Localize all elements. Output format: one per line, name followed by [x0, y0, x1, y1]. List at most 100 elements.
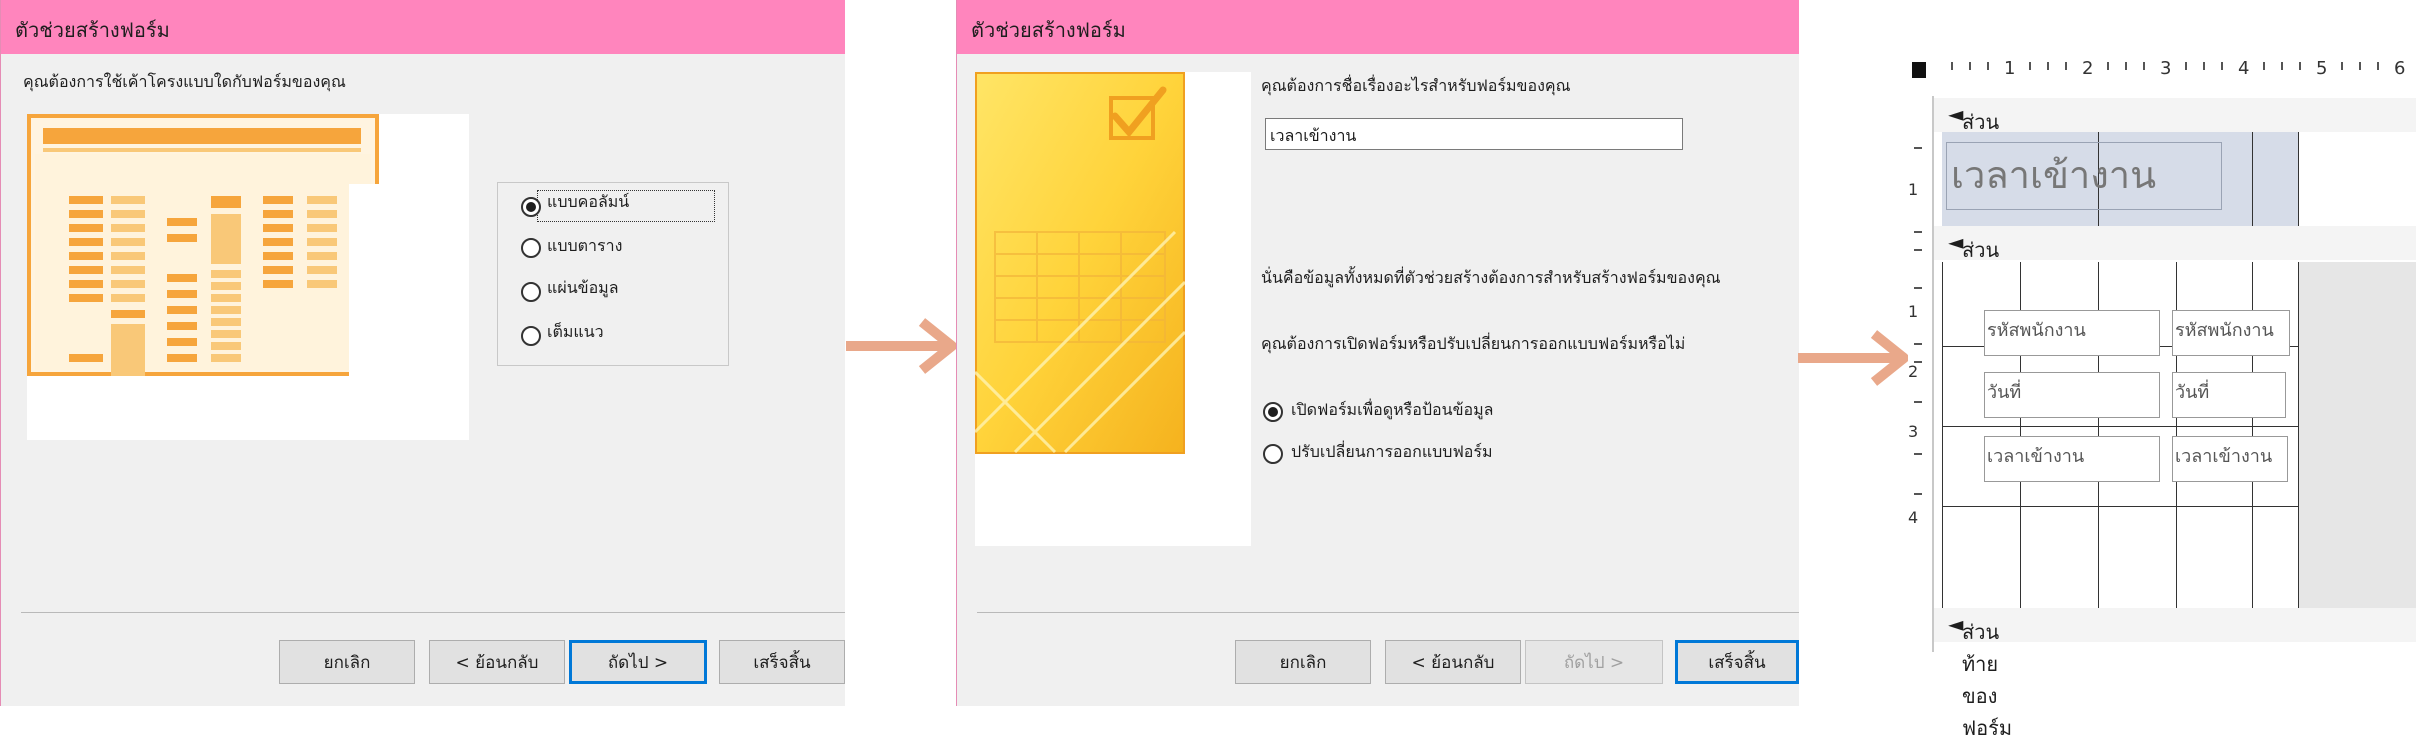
title-bar: ตัวช่วยสร้างฟอร์ม	[957, 0, 1799, 54]
preview-field	[307, 252, 337, 260]
modify-design-radio[interactable]	[1263, 444, 1283, 464]
form-title-label[interactable]: เวลาเข้างาน	[1946, 142, 2222, 210]
layout-label-tabular[interactable]: แบบตาราง	[547, 234, 622, 259]
preview-field	[263, 252, 293, 260]
back-button[interactable]: < ย้อนกลับ	[1385, 640, 1521, 684]
vertical-ruler: 1 1 2 3 4	[1908, 96, 1934, 652]
title-prompt: คุณต้องการชื่อเรื่องอะไรสำหรับฟอร์มของคุ…	[1261, 76, 1571, 95]
preview-field	[167, 218, 197, 226]
preview-field	[263, 280, 293, 288]
cancel-button[interactable]: ยกเลิก	[279, 640, 415, 684]
grid-line	[2298, 262, 2299, 608]
finish-button[interactable]: เสร็จสิ้น	[1675, 640, 1799, 684]
preview-field	[69, 252, 103, 260]
layout-radio-tabular[interactable]	[521, 238, 541, 258]
preview-field	[211, 282, 241, 290]
next-button[interactable]: ถัดไป >	[569, 640, 707, 684]
preview-field	[263, 266, 293, 274]
preview-field	[111, 210, 145, 218]
preview-field	[263, 238, 293, 246]
layout-radio-justified[interactable]	[521, 326, 541, 346]
ruler-number: 2	[2082, 58, 2094, 79]
preview-field	[307, 224, 337, 232]
date-label[interactable]: วันที่	[1984, 372, 2160, 418]
layout-label-datasheet[interactable]: แผ่นข้อมูล	[547, 276, 619, 301]
wizard-graphic-image	[975, 72, 1185, 454]
preview-field	[111, 196, 145, 204]
checkin-time-textbox[interactable]: เวลาเข้างาน	[2172, 436, 2288, 482]
preview-field	[69, 224, 103, 232]
preview-field	[69, 196, 103, 204]
preview-field	[211, 342, 241, 350]
left-ruler-number: 1	[1908, 180, 1919, 199]
preview-field	[307, 238, 337, 246]
preview-field	[211, 270, 241, 278]
preview-field	[69, 354, 103, 362]
preview-field	[111, 266, 145, 274]
left-ruler-number: 4	[1908, 508, 1919, 527]
preview-field	[111, 294, 145, 302]
preview-field	[211, 354, 241, 362]
ruler-number: 3	[2160, 58, 2172, 79]
detail-section-bar[interactable]: ◄ ส่วนรายละเอียด	[1934, 226, 2416, 326]
form-header-section-label: ◄ ส่วนหัวของฟอร์ม	[1948, 102, 2012, 230]
checkin-time-label[interactable]: เวลาเข้างาน	[1984, 436, 2160, 482]
preview-field	[167, 234, 197, 242]
preview-field	[263, 210, 293, 218]
employee-id-label[interactable]: รหัสพนักงาน	[1984, 310, 2160, 356]
preview-field	[69, 238, 103, 246]
form-title-text: เวลาเข้างาน	[1951, 153, 2157, 197]
preview-field	[211, 330, 241, 338]
preview-field	[211, 294, 241, 302]
form-wizard-layout-dialog: ตัวช่วยสร้างฟอร์ม คุณต้องการใช้เค้าโครงแ…	[0, 0, 845, 706]
grid-line	[1942, 426, 2298, 427]
layout-label-columnar[interactable]: แบบคอลัมน์	[547, 190, 629, 215]
preview-field	[111, 238, 145, 246]
form-title-input[interactable]: เวลาเข้างาน	[1265, 118, 1683, 150]
preview-field	[211, 214, 241, 264]
layout-radio-datasheet[interactable]	[521, 282, 541, 302]
preview-field	[111, 310, 145, 318]
grid-line	[2298, 132, 2299, 226]
grid-line	[1942, 506, 2298, 507]
form-title-input-value: เวลาเข้างาน	[1270, 126, 1357, 145]
preview-field	[307, 280, 337, 288]
form-footer-section-bar[interactable]: ◄ ส่วนท้ายของฟอร์ม	[1934, 608, 2416, 740]
preview-field	[69, 280, 103, 288]
preview-field	[167, 322, 197, 330]
preview-field	[307, 196, 337, 204]
preview-field	[69, 210, 103, 218]
preview-field	[167, 274, 197, 282]
open-prompt: คุณต้องการเปิดฟอร์มหรือปรับเปลี่ยนการออก…	[1261, 334, 1686, 353]
preview-field	[263, 224, 293, 232]
finish-button[interactable]: เสร็จสิ้น	[719, 640, 845, 684]
layout-prompt: คุณต้องการใช้เค้าโครงแบบใดกับฟอร์มของคุณ	[23, 72, 346, 91]
detail-outside-area	[2298, 262, 2416, 608]
back-button[interactable]: < ย้อนกลับ	[429, 640, 565, 684]
preview-header-underline	[43, 148, 361, 152]
modify-design-label[interactable]: ปรับเปลี่ยนการออกแบบฟอร์ม	[1291, 440, 1493, 465]
preview-field	[307, 210, 337, 218]
employee-id-textbox[interactable]: รหัสพนักงาน	[2172, 310, 2290, 356]
preview-field	[211, 306, 241, 314]
ruler-number: 4	[2238, 58, 2250, 79]
arrow-right-icon	[846, 318, 957, 374]
form-wizard-title-dialog: ตัวช่วยสร้างฟอร์ม คุณต้องการชื่อเรื่องอะ…	[956, 0, 1799, 706]
date-textbox[interactable]: วันที่	[2172, 372, 2286, 418]
window-title: ตัวช่วยสร้างฟอร์ม	[971, 18, 1126, 42]
preview-field	[167, 338, 197, 346]
form-footer-section-label: ◄ ส่วนท้ายของฟอร์ม	[1948, 612, 2013, 740]
preview-field	[111, 324, 145, 376]
ruler-corner[interactable]	[1912, 62, 1926, 78]
open-form-label[interactable]: เปิดฟอร์มเพื่อดูหรือป้อนข้อมูล	[1291, 398, 1493, 423]
left-ruler-number: 1	[1908, 302, 1919, 321]
form-header-section-bar[interactable]: ◄ ส่วนหัวของฟอร์ม	[1934, 98, 2416, 230]
grid-line	[2252, 132, 2253, 226]
layout-radio-columnar[interactable]	[521, 197, 541, 217]
cancel-button[interactable]: ยกเลิก	[1235, 640, 1371, 684]
layout-label-justified[interactable]: เต็มแนว	[547, 320, 604, 345]
title-bar: ตัวช่วยสร้างฟอร์ม	[1, 0, 845, 54]
button-separator	[21, 612, 845, 613]
open-form-radio[interactable]	[1263, 402, 1283, 422]
wizard-graphic	[975, 72, 1251, 546]
